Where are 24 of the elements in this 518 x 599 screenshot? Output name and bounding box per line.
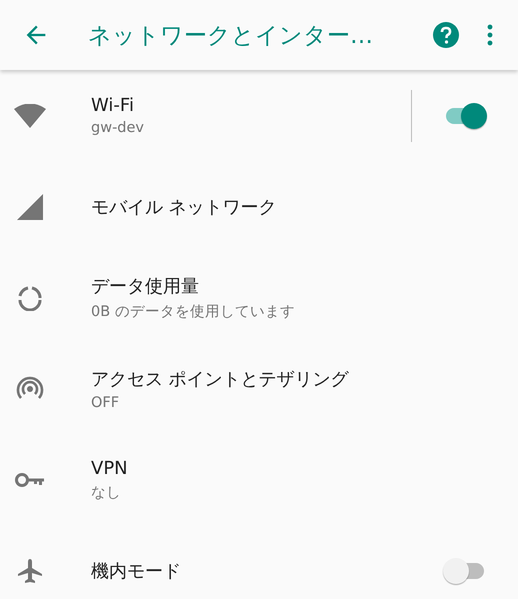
help-icon[interactable] — [432, 21, 460, 49]
settings-item[interactable]: モバイル ネットワーク — [0, 161, 518, 252]
airplane-icon — [17, 558, 43, 584]
item-summary: なし — [91, 484, 122, 502]
signal-icon — [17, 194, 43, 220]
settings-item[interactable]: 機内モード — [0, 525, 518, 599]
item-title: データ使用量 — [91, 275, 200, 298]
item-title: Wi-Fi — [91, 95, 135, 116]
item-summary: gw-dev — [91, 120, 146, 136]
data-usage-icon — [17, 284, 43, 310]
item-title: モバイル ネットワーク — [91, 196, 278, 218]
item-title: VPN — [91, 458, 129, 478]
wifi-icon — [14, 104, 46, 128]
settings-item[interactable]: アクセス ポイントとテザリング OFF — [0, 343, 518, 434]
screen-title: ネットワークとインター… — [88, 22, 374, 50]
settings-item[interactable]: データ使用量 0B のデータを使用しています — [0, 252, 518, 343]
item-title: アクセス ポイントとテザリング — [91, 368, 350, 390]
key-icon — [15, 472, 45, 488]
item-title: 機内モード — [91, 560, 182, 582]
settings-item[interactable]: VPN なし — [0, 434, 518, 525]
item-summary: 0B のデータを使用しています — [91, 303, 296, 321]
more-options-icon[interactable] — [486, 23, 494, 47]
settings-item[interactable]: Wi-Fi gw-dev — [0, 70, 518, 161]
item-summary: OFF — [91, 394, 120, 410]
